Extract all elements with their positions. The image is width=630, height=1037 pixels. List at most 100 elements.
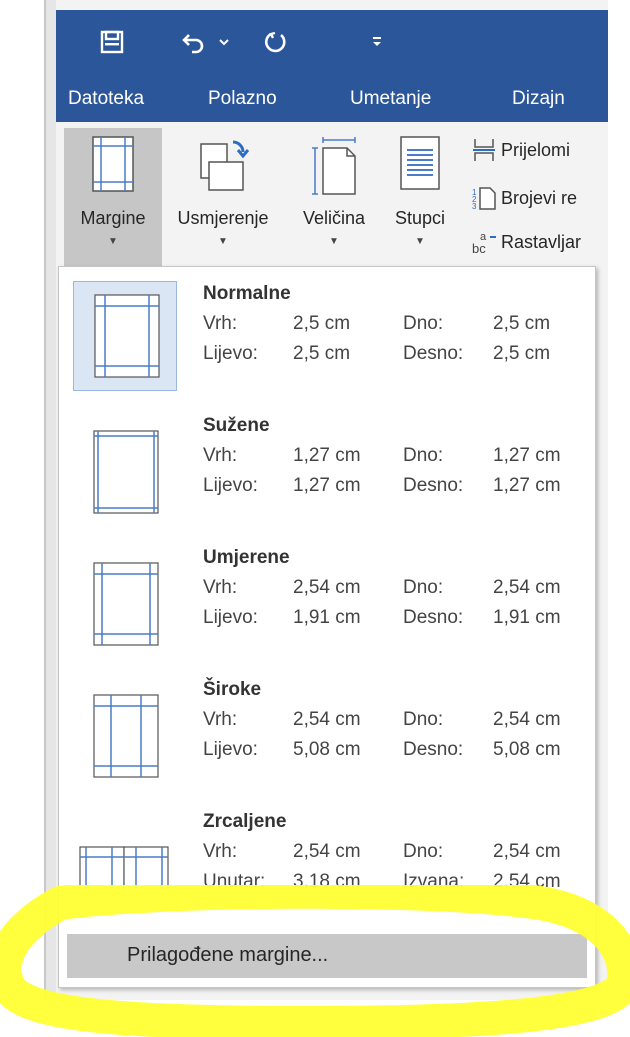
option-value: 2,54 cm <box>493 871 561 889</box>
option-label: Vrh: <box>203 445 238 466</box>
orientation-icon <box>200 140 250 191</box>
ribbon-tabs: Datoteka Polazno Umetanje Dizajn <box>56 76 608 122</box>
columns-button[interactable]: Stupci ▼ <box>384 128 456 266</box>
option-value: 2,54 cm <box>493 709 561 730</box>
size-caret-icon: ▼ <box>329 236 339 247</box>
option-value: 1,27 cm <box>293 475 361 496</box>
orientation-caret-icon: ▼ <box>218 236 228 247</box>
option-value: 2,54 cm <box>293 577 361 598</box>
hyphenation-icon: a bc <box>472 231 496 255</box>
option-label: Lijevo: <box>203 475 258 496</box>
custom-margins-button[interactable]: Prilagođene margine... <box>67 934 587 978</box>
option-value: 5,08 cm <box>493 739 561 760</box>
undo-icon <box>182 34 204 54</box>
breaks-button[interactable]: Prijelomi <box>471 136 570 164</box>
option-value: 2,5 cm <box>293 343 351 364</box>
option-label: Vrh: <box>203 313 238 334</box>
margins-button[interactable]: Margine ▼ <box>64 128 162 266</box>
tab-home[interactable]: Polazno <box>208 88 277 110</box>
margin-option-mirrored[interactable]: Zrcaljene Vrh: 2,54 cm Dno: 2,54 cm Unut… <box>67 799 587 889</box>
margin-option-moderate[interactable]: Umjerene Vrh: 2,54 cm Dno: 2,54 cm Lijev… <box>67 535 587 655</box>
option-label: Lijevo: <box>203 343 258 364</box>
margins-label: Margine <box>80 208 146 228</box>
margin-preview-mirrored <box>73 809 175 889</box>
option-value: 2,54 cm <box>293 841 361 862</box>
option-name: Umjerene <box>203 547 290 568</box>
columns-caret-icon: ▼ <box>415 236 425 247</box>
option-value: 2,5 cm <box>493 313 551 334</box>
customize-qat-icon <box>373 37 381 46</box>
option-label: Desno: <box>403 343 464 364</box>
hyphenation-button[interactable]: a bc Rastavljar <box>471 228 581 256</box>
margin-preview-normal <box>73 281 177 391</box>
save-icon <box>100 30 124 54</box>
option-name: Sužene <box>203 415 270 436</box>
option-label: Dno: <box>403 841 444 862</box>
title-bar <box>56 10 608 76</box>
option-value: 2,54 cm <box>293 709 361 730</box>
option-name: Normalne <box>203 283 291 304</box>
save-button[interactable] <box>92 22 132 62</box>
undo-dropdown-button[interactable] <box>214 22 234 62</box>
tab-design[interactable]: Dizajn <box>512 88 565 110</box>
hyphenation-label: Rastavljar <box>501 231 582 252</box>
option-label: Unutar: <box>203 871 266 889</box>
option-label: Vrh: <box>203 577 238 598</box>
svg-text:3: 3 <box>472 202 477 211</box>
option-label: Desno: <box>403 607 464 628</box>
custom-margins-label: Prilagođene margine... <box>127 944 329 966</box>
option-label: Dno: <box>403 313 444 334</box>
ribbon: Margine ▼ Usmjerenje ▼ Veličina ▼ Stupci… <box>56 122 608 266</box>
tab-file[interactable]: Datoteka <box>68 88 144 110</box>
option-value: 1,91 cm <box>493 607 561 628</box>
undo-button[interactable] <box>174 22 214 62</box>
margin-option-narrow[interactable]: Sužene Vrh: 1,27 cm Dno: 1,27 cm Lijevo:… <box>67 403 587 523</box>
line-numbers-icon: 1 2 3 <box>472 187 496 211</box>
option-value: 1,27 cm <box>493 475 561 496</box>
option-label: Vrh: <box>203 709 238 730</box>
option-label: Lijevo: <box>203 607 258 628</box>
option-label: Desno: <box>403 475 464 496</box>
columns-icon <box>400 136 440 190</box>
window-left-edge <box>46 0 56 1000</box>
option-label: Desno: <box>403 739 464 760</box>
option-label: Lijevo: <box>203 739 258 760</box>
option-label: Dno: <box>403 709 444 730</box>
margins-icon <box>92 136 134 192</box>
margin-option-normal[interactable]: Normalne Vrh: 2,5 cm Dno: 2,5 cm Lijevo:… <box>67 271 587 391</box>
option-value: 1,27 cm <box>293 445 361 466</box>
margin-option-wide[interactable]: Široke Vrh: 2,54 cm Dno: 2,54 cm Lijevo:… <box>67 667 587 787</box>
option-label: Dno: <box>403 577 444 598</box>
option-label: Dno: <box>403 445 444 466</box>
size-button[interactable]: Veličina ▼ <box>284 128 384 266</box>
tab-insert[interactable]: Umetanje <box>350 88 431 110</box>
margins-caret-icon: ▼ <box>108 236 118 247</box>
option-value: 2,54 cm <box>493 577 561 598</box>
redo-icon <box>264 31 286 53</box>
option-value: 2,5 cm <box>293 313 351 334</box>
option-name: Zrcaljene <box>203 811 287 832</box>
option-value: 1,27 cm <box>493 445 561 466</box>
chevron-down-icon <box>219 39 229 46</box>
customize-qat-button[interactable] <box>362 22 392 62</box>
margin-preview-wide <box>73 677 175 785</box>
redo-button[interactable] <box>256 22 296 62</box>
line-numbers-label: Brojevi re <box>501 187 578 208</box>
line-numbers-button[interactable]: 1 2 3 Brojevi re <box>471 184 577 212</box>
option-name: Široke <box>203 679 262 700</box>
option-value: 1,91 cm <box>293 607 361 628</box>
margin-preview-narrow <box>73 413 175 521</box>
margins-dropdown: Normalne Vrh: 2,5 cm Dno: 2,5 cm Lijevo:… <box>58 266 596 988</box>
option-value: 3,18 cm <box>293 871 361 889</box>
size-label: Veličina <box>302 208 366 228</box>
breaks-icon <box>473 139 495 161</box>
orientation-button[interactable]: Usmjerenje ▼ <box>164 128 282 266</box>
option-value: 2,54 cm <box>493 841 561 862</box>
option-value: 2,5 cm <box>493 343 551 364</box>
svg-text:bc: bc <box>472 241 486 255</box>
breaks-label: Prijelomi <box>501 139 571 160</box>
margin-preview-moderate <box>73 545 175 653</box>
option-value: 5,08 cm <box>293 739 361 760</box>
columns-label: Stupci <box>394 208 446 228</box>
size-icon <box>312 137 356 195</box>
